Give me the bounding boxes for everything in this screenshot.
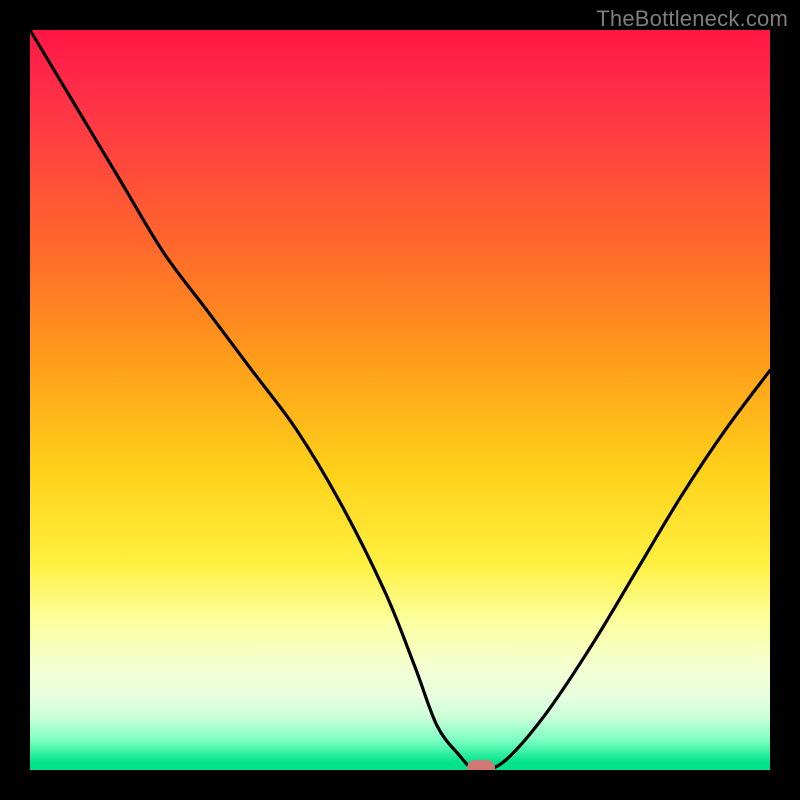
watermark-text: TheBottleneck.com [596, 6, 788, 32]
plot-area [30, 30, 770, 770]
bottleneck-curve [30, 30, 770, 770]
chart-frame: TheBottleneck.com [0, 0, 800, 800]
optimum-marker [467, 760, 495, 770]
